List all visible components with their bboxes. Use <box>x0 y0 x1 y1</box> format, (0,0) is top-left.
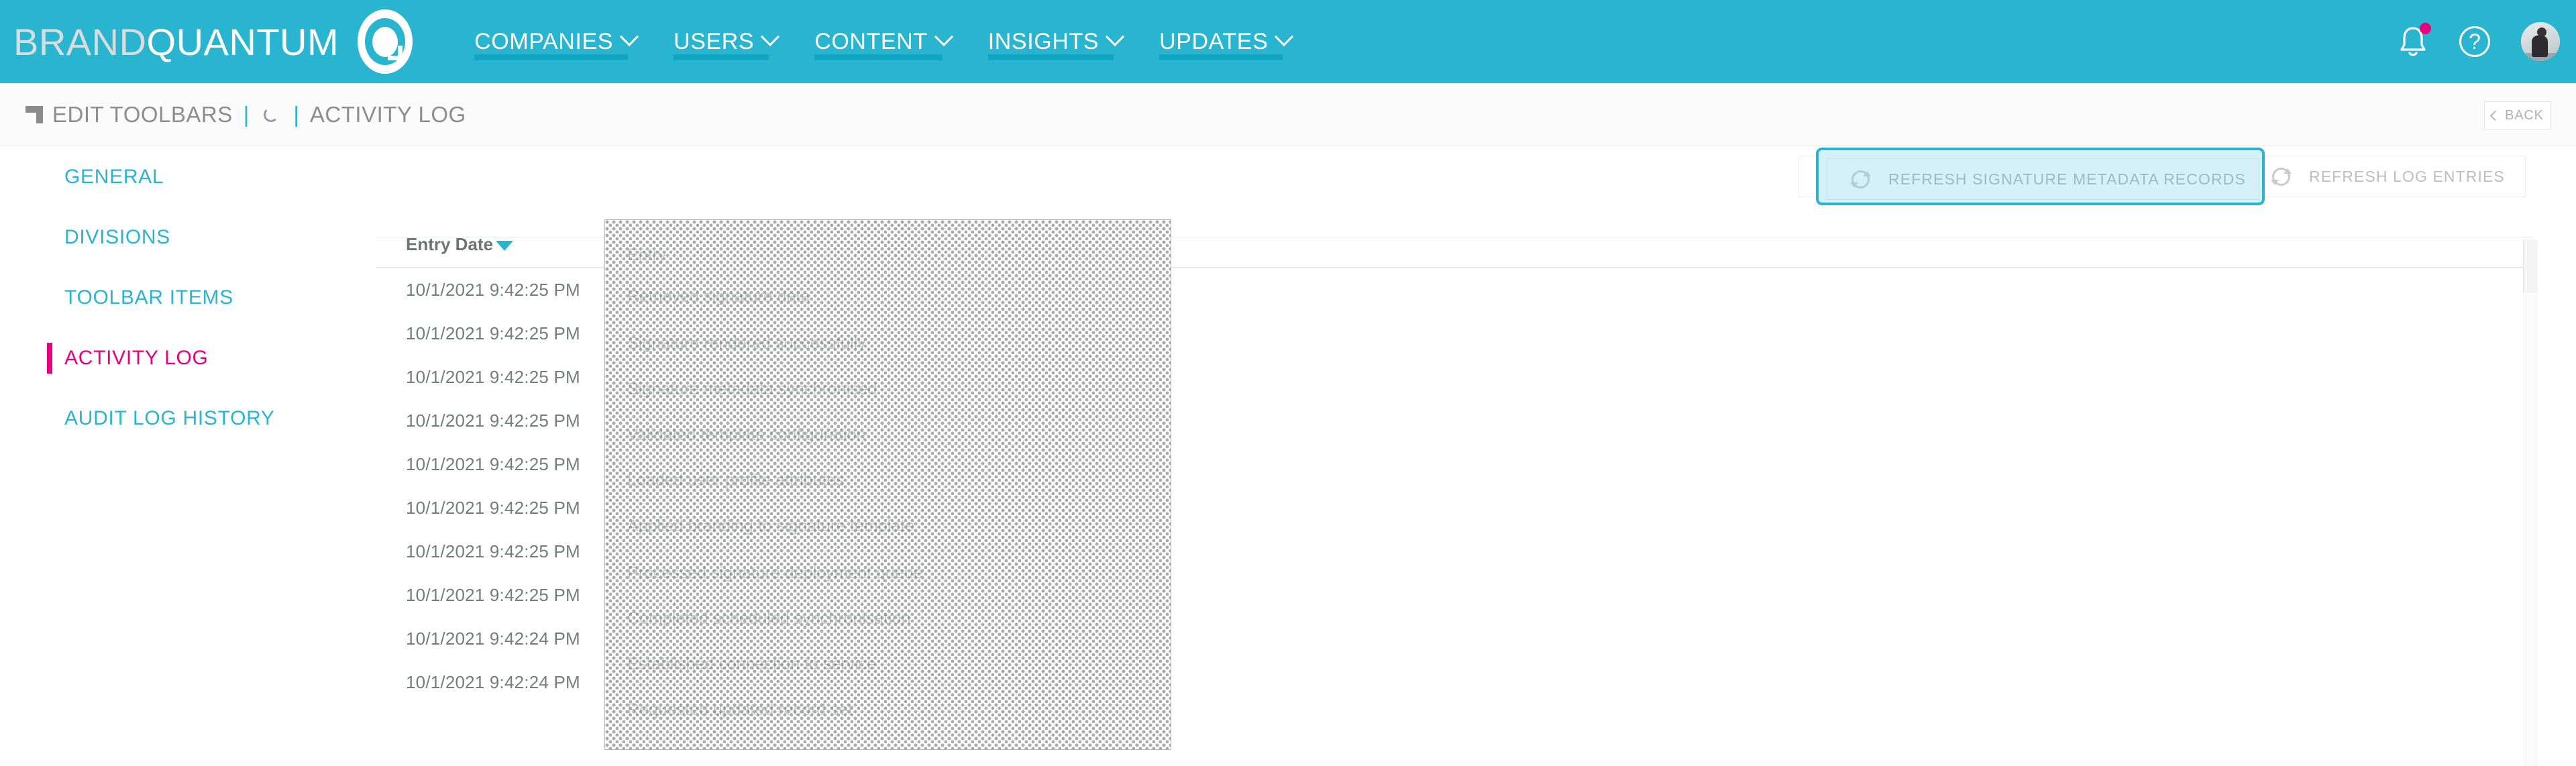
cell-entry-date: 10/1/2021 9:42:24 PM <box>406 628 580 649</box>
refresh-icon <box>2271 167 2292 186</box>
sidebar-item-general[interactable]: GENERAL <box>0 147 376 207</box>
masked-region-overlay: Entry Retrieved signature data Signature… <box>604 219 1171 750</box>
user-avatar[interactable] <box>2521 22 2560 61</box>
sort-descending-caret-icon[interactable] <box>496 241 514 251</box>
settings-sidebar: GENERAL DIVISIONS TOOLBAR ITEMS ACTIVITY… <box>0 147 376 766</box>
chevron-down-icon <box>1105 27 1125 47</box>
nav-item-updates[interactable]: UPDATES <box>1140 0 1309 83</box>
sidebar-label-audit-log-history: AUDIT LOG HISTORY <box>64 407 275 429</box>
sidebar-label-toolbar-items: TOOLBAR ITEMS <box>64 286 233 309</box>
chevron-down-icon <box>1275 27 1294 47</box>
brand-name-part1: BRAND <box>13 20 147 63</box>
sidebar-label-general: GENERAL <box>64 166 164 188</box>
nav-label-companies: COMPANIES <box>474 28 614 54</box>
sidebar-item-toolbar-items[interactable]: TOOLBAR ITEMS <box>0 268 376 328</box>
sidebar-item-activity-log[interactable]: ACTIVITY LOG <box>0 328 376 388</box>
notification-badge-dot <box>2420 23 2431 34</box>
question-mark-icon: ? <box>2469 29 2481 54</box>
breadcrumb-separator-1: | <box>243 102 250 127</box>
chevron-down-icon <box>761 27 780 47</box>
cell-entry-date: 10/1/2021 9:42:25 PM <box>406 498 580 518</box>
nav-label-content: CONTENT <box>814 28 928 54</box>
refresh-log-entries-label: REFRESH LOG ENTRIES <box>2309 167 2505 185</box>
refresh-signature-metadata-records-button[interactable]: REFRESH SIGNATURE METADATA RECORDS <box>1799 156 2247 197</box>
quantum-q-logo-icon <box>358 9 413 74</box>
loading-spinner-icon <box>264 107 279 122</box>
masked-content-ghost: Entry Retrieved signature data Signature… <box>627 245 923 719</box>
help-button[interactable]: ? <box>2459 26 2490 57</box>
chevron-down-icon <box>619 27 639 47</box>
top-navigation-bar: BRANDQUANTUM COMPANIES USERS CONTENT INS… <box>0 0 2576 83</box>
nav-item-content[interactable]: CONTENT <box>796 0 969 83</box>
cell-entry-date: 10/1/2021 9:42:25 PM <box>406 323 580 343</box>
nav-item-companies[interactable]: COMPANIES <box>455 0 655 83</box>
nav-label-users: USERS <box>674 28 755 54</box>
chevron-left-icon <box>2489 110 2501 121</box>
breadcrumb-title: EDIT TOOLBARS <box>52 102 233 127</box>
nav-item-users[interactable]: USERS <box>655 0 796 83</box>
brand-name-part2: QUANTUM <box>146 20 339 63</box>
breadcrumb-section: ACTIVITY LOG <box>309 102 466 127</box>
vertical-scrollbar-thumb[interactable] <box>2523 239 2538 293</box>
primary-nav: COMPANIES USERS CONTENT INSIGHTS UPDATES <box>455 0 1309 83</box>
table-action-buttons: REFRESH SIGNATURE METADATA RECORDS REFRE… <box>1799 156 2526 197</box>
cell-entry-date: 10/1/2021 9:42:25 PM <box>406 367 580 387</box>
cell-entry-date: 10/1/2021 9:42:25 PM <box>406 541 580 561</box>
cell-entry-date: 10/1/2021 9:42:25 PM <box>406 585 580 605</box>
nav-label-insights: INSIGHTS <box>987 28 1099 54</box>
brand-logo[interactable]: BRANDQUANTUM <box>13 20 339 64</box>
sidebar-item-divisions[interactable]: DIVISIONS <box>0 207 376 268</box>
breadcrumb: EDIT TOOLBARS | | ACTIVITY LOG <box>25 83 466 146</box>
refresh-metadata-label: REFRESH SIGNATURE METADATA RECORDS <box>1860 167 2218 185</box>
cell-entry-date: 10/1/2021 9:42:25 PM <box>406 454 580 474</box>
cell-entry-date: 10/1/2021 9:42:25 PM <box>406 280 580 300</box>
breadcrumb-bar: EDIT TOOLBARS | | ACTIVITY LOG BACK <box>0 83 2576 146</box>
vertical-scrollbar-track[interactable] <box>2523 295 2538 766</box>
sidebar-item-audit-log-history[interactable]: AUDIT LOG HISTORY <box>0 388 376 449</box>
cell-entry-date: 10/1/2021 9:42:24 PM <box>406 672 580 692</box>
refresh-log-entries-button[interactable]: REFRESH LOG ENTRIES <box>2247 156 2526 197</box>
chevron-down-icon <box>934 27 953 47</box>
breadcrumb-separator-2: | <box>293 102 299 127</box>
refresh-icon <box>1822 167 1843 186</box>
topbar-right-controls: ? <box>2398 0 2560 83</box>
nav-item-insights[interactable]: INSIGHTS <box>969 0 1140 83</box>
back-button-label: BACK <box>2505 107 2544 123</box>
sidebar-label-activity-log: ACTIVITY LOG <box>64 347 209 369</box>
cell-entry-date: 10/1/2021 9:42:25 PM <box>406 411 580 431</box>
nav-label-updates: UPDATES <box>1159 28 1269 54</box>
notifications-button[interactable] <box>2398 23 2431 59</box>
back-button[interactable]: BACK <box>2484 101 2551 129</box>
corner-bracket-icon <box>25 106 43 123</box>
sidebar-label-divisions: DIVISIONS <box>64 226 170 248</box>
